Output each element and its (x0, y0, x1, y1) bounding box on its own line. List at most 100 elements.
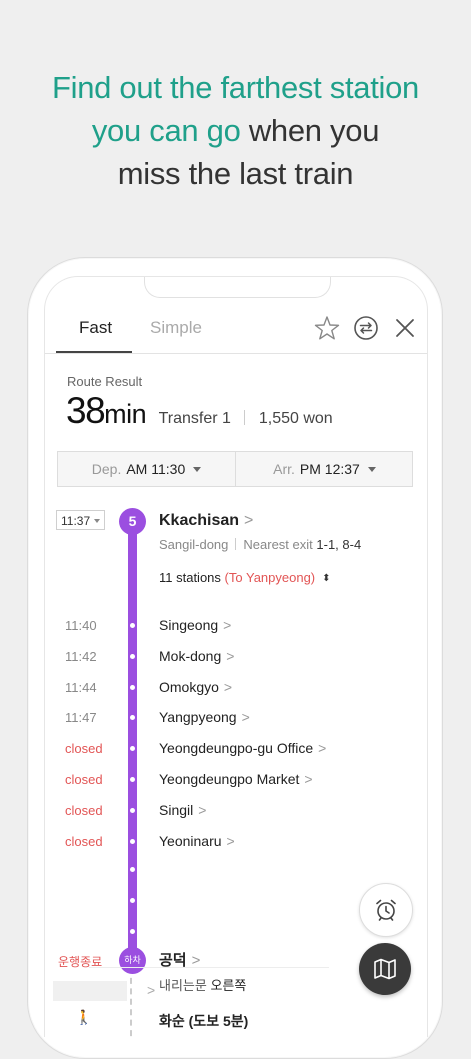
stop-name-text: Yeongdeungpo Market (159, 771, 300, 787)
phone-notch (144, 277, 331, 298)
next-station[interactable]: 화순 (도보 5분) (159, 1011, 248, 1031)
star-icon[interactable] (314, 315, 340, 341)
chevron-right-icon: > (226, 648, 235, 664)
stop-time: closed (65, 803, 103, 818)
stations-count-toggle[interactable]: 11 stations (To Yanpyeong) ⬍ (159, 570, 331, 585)
transfer-count: Transfer 1 (158, 410, 231, 427)
arrival-selector[interactable]: Arr. PM 12:37 (235, 452, 413, 486)
tab-fast[interactable]: Fast (79, 318, 112, 338)
door-label: 내리는문 (159, 978, 207, 993)
alarm-clock-icon (376, 899, 396, 921)
departure-label: Dep. (91, 461, 122, 477)
tab-bar: Fast Simple (45, 301, 427, 354)
walk-icon: 🚶 (75, 1009, 93, 1025)
stop-dot (130, 685, 135, 690)
start-station[interactable]: Kkachisan > (159, 512, 253, 530)
stop-name: Omokgyo > (159, 679, 232, 695)
chevron-right-icon: > (304, 771, 313, 787)
stop-time: 11:42 (65, 649, 97, 664)
chevron-right-icon: > (223, 679, 233, 695)
stop-dot (130, 867, 135, 872)
stop-row[interactable]: closed Yeongdeungpo Market > (45, 768, 427, 792)
app-screen: Fast Simple Route Result 38min Transfer … (44, 276, 428, 1037)
stop-row[interactable]: closed Singil > (45, 799, 427, 823)
divider (89, 967, 329, 968)
stop-time: 11:40 (65, 618, 97, 633)
swap-icon[interactable] (353, 315, 379, 341)
chevron-right-icon: > (198, 802, 207, 818)
stop-dot (130, 623, 135, 628)
expand-icon: ⬍ (322, 573, 331, 584)
stop-row[interactable]: closed Yeoninaru > (45, 830, 427, 854)
headline-line2-rest: when you (240, 113, 380, 148)
headline-line3: miss the last train (117, 156, 354, 191)
alight-badge: 하차 (119, 947, 146, 974)
stop-name-text: Yeoninaru (159, 833, 222, 849)
stop-row[interactable]: 11:42 Mok-dong > (45, 645, 427, 669)
direction: (To Yanpyeong) (224, 570, 316, 585)
headline-line2: you can go when you (0, 109, 471, 152)
exit-value: 1-1, 8-4 (316, 537, 362, 552)
summary-divider (244, 410, 246, 425)
tab-simple[interactable]: Simple (150, 318, 202, 338)
chevron-right-icon: > (223, 617, 232, 633)
walk-segment-bar (53, 981, 127, 1001)
stop-dot (130, 808, 135, 813)
close-icon[interactable] (392, 315, 418, 341)
active-tab-indicator (56, 351, 132, 353)
stop-name-text: Yeongdeungpo-gu Office (159, 740, 314, 756)
alarm-button[interactable] (359, 883, 413, 937)
alight-door-info: 내리는문 오른쪽 (159, 975, 246, 994)
chevron-right-icon: > (226, 833, 235, 849)
stop-name-text: Yangpyeong (159, 709, 237, 725)
stop-name-text: Singeong (159, 617, 219, 633)
travel-time-value: 38 (66, 390, 106, 431)
arrival-label: Arr. (273, 461, 295, 477)
stop-dot (130, 746, 135, 751)
stop-dot (130, 929, 135, 934)
stop-name-text: Mok-dong (159, 648, 222, 664)
chevron-right-icon: > (244, 512, 254, 529)
departure-value: AM 11:30 (126, 461, 186, 477)
stop-name-text: Singil (159, 802, 194, 818)
map-button[interactable] (359, 943, 411, 995)
chevron-down-icon (367, 467, 376, 472)
chevron-right-icon[interactable]: > (147, 982, 155, 998)
stop-dot (130, 715, 135, 720)
chevron-right-icon: > (241, 709, 250, 725)
stop-time: closed (65, 834, 103, 849)
stop-time: 11:47 (65, 710, 97, 725)
line-5-badge: 5 (119, 508, 146, 535)
stop-name: Singeong > (159, 617, 231, 633)
departure-time-select[interactable]: 11:37 (56, 510, 105, 530)
stop-row[interactable]: 11:44 Omokgyo > (45, 676, 427, 700)
travel-time-unit: min (104, 399, 147, 429)
stop-row[interactable]: closed Yeongdeungpo-gu Office > (45, 737, 427, 761)
departure-selector[interactable]: Dep. AM 11:30 (58, 452, 235, 486)
stop-time: closed (65, 741, 103, 756)
stop-name: Yangpyeong > (159, 709, 250, 725)
chevron-down-icon (193, 467, 202, 472)
stop-dot (130, 839, 135, 844)
arrival-value: PM 12:37 (299, 461, 360, 477)
fare: 1,550 won (258, 410, 333, 427)
stop-dot (130, 898, 135, 903)
stop-row[interactable]: 11:47 Yangpyeong > (45, 706, 427, 730)
start-station-info: Sangil-dong Nearest exit 1-1, 8-4 (159, 537, 361, 552)
door-value: 오른쪽 (210, 978, 247, 993)
info-divider (235, 538, 237, 550)
stop-dot (130, 654, 135, 659)
stop-name: Mok-dong > (159, 648, 234, 664)
stop-name: Yeongdeungpo-gu Office > (159, 740, 326, 756)
stop-time: closed (65, 772, 103, 787)
map-icon (374, 958, 396, 980)
exit-label: Nearest exit (243, 537, 313, 552)
stop-row[interactable]: 11:40 Singeong > (45, 614, 427, 638)
headline-highlight: you can go (91, 113, 241, 148)
departure-arrival-bar: Dep. AM 11:30 Arr. PM 12:37 (57, 451, 413, 487)
stop-name: Yeoninaru > (159, 833, 235, 849)
stop-name: Yeongdeungpo Market > (159, 771, 313, 787)
headline-line1: Find out the farthest station (52, 70, 419, 105)
chevron-right-icon: > (318, 740, 327, 756)
stop-name: Singil > (159, 802, 206, 818)
